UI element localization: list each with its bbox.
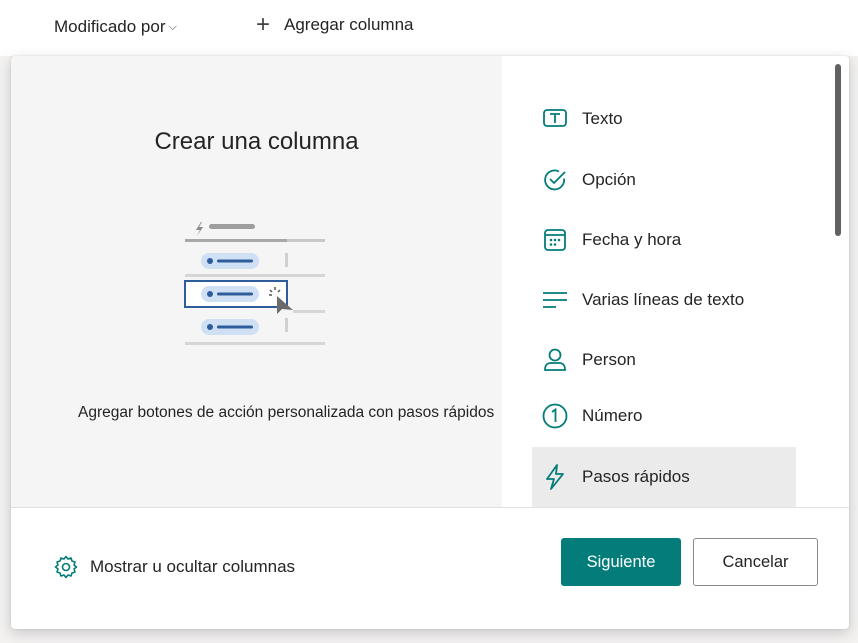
scrollbar-thumb[interactable]: [835, 64, 841, 236]
create-column-dialog: Crear una columna Agregar botones de acc…: [11, 56, 849, 629]
column-type-label: Opción: [582, 170, 636, 189]
show-hide-columns-link[interactable]: Mostrar u ocultar columnas: [54, 555, 295, 579]
number-icon: [542, 403, 568, 429]
cancel-button[interactable]: Cancelar: [693, 538, 818, 586]
add-column-label: Agregar columna: [284, 15, 414, 34]
dialog-title: Crear una columna: [154, 128, 359, 155]
show-hide-columns-label: Mostrar u ocultar columnas: [90, 557, 296, 576]
column-type-label: Texto: [582, 109, 623, 128]
calendar-icon: [542, 227, 568, 253]
preview-pane: Crear una columna Agregar botones de acc…: [11, 56, 502, 507]
preview-description: Agregar botones de acción personalizada …: [78, 404, 495, 421]
gear-icon: [54, 555, 78, 579]
add-column-button[interactable]: + Agregar columna: [256, 11, 414, 38]
column-type-date-time[interactable]: Fecha y hora: [532, 210, 796, 270]
column-type-text[interactable]: Texto: [532, 89, 796, 149]
column-type-label: Pasos rápidos: [582, 467, 690, 486]
choice-check-icon: [542, 167, 568, 193]
column-type-label: Fecha y hora: [582, 230, 682, 249]
footer-divider: [11, 507, 849, 508]
chevron-down-icon: ⌵: [168, 20, 177, 33]
list-header-bar: Modificado por ⌵ + Agregar columna: [0, 0, 858, 56]
column-header-label: Modificado por: [54, 17, 166, 36]
column-type-number[interactable]: Número: [532, 386, 796, 446]
column-type-person[interactable]: Person: [532, 330, 796, 390]
quick-steps-illustration: [184, 222, 325, 345]
text-icon: [542, 106, 568, 132]
column-type-quick-steps[interactable]: Pasos rápidos: [532, 447, 796, 507]
column-type-label: Person: [582, 350, 636, 369]
plus-icon: +: [256, 11, 271, 38]
column-type-label: Número: [582, 406, 643, 425]
column-header-modified-by[interactable]: Modificado por ⌵: [54, 17, 177, 37]
column-type-label: Varias líneas de texto: [582, 290, 745, 309]
multiline-text-icon: [542, 287, 568, 313]
lightning-icon: [542, 464, 568, 490]
column-type-list: Texto Opción Fecha y hora Varias líneas …: [502, 56, 849, 507]
column-type-choice[interactable]: Opción: [532, 150, 796, 210]
next-button[interactable]: Siguiente: [561, 538, 681, 586]
person-icon: [542, 347, 568, 373]
column-type-multiline-text[interactable]: Varias líneas de texto: [532, 270, 796, 330]
